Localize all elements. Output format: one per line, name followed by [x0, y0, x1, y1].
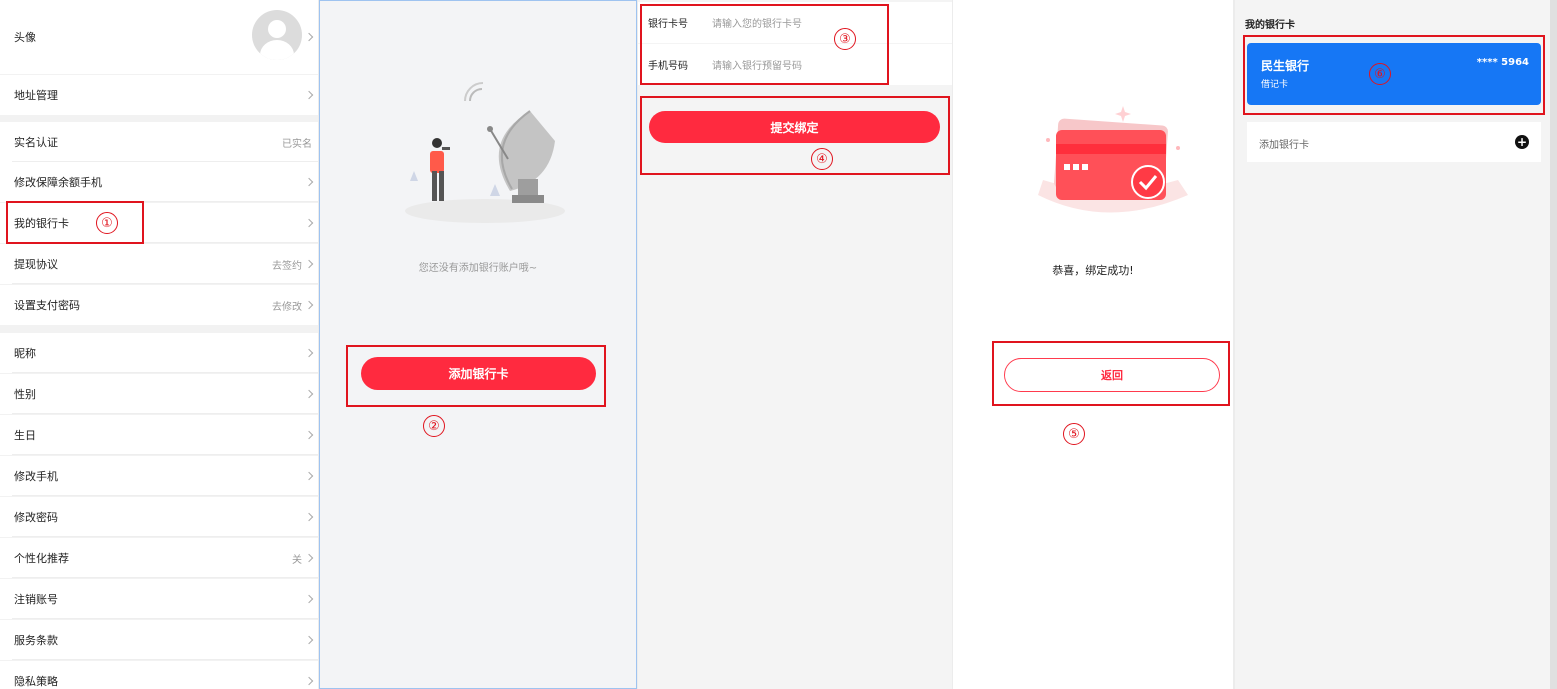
highlight-box — [640, 96, 950, 175]
withdraw-agreement-label: 提现协议 — [14, 258, 58, 271]
step-number: ① — [96, 212, 118, 234]
address-label: 地址管理 — [14, 89, 58, 102]
chevron-right-icon — [304, 635, 314, 645]
page-title: 我的银行卡 — [1245, 20, 1295, 31]
settings-row-privacy[interactable]: 隐私策略 — [0, 661, 318, 689]
settings-row-withdraw-agreement[interactable]: 提现协议 去签约 — [0, 244, 318, 284]
highlight-box — [6, 201, 144, 244]
highlight-box — [1243, 35, 1545, 115]
success-message: 恭喜，绑定成功! — [1052, 264, 1134, 277]
pay-password-label: 设置支付密码 — [14, 299, 80, 312]
highlight-box — [992, 341, 1230, 406]
settings-row-cancel-account[interactable]: 注销账号 — [0, 579, 318, 619]
chevron-right-icon — [304, 512, 314, 522]
step-number: ③ — [834, 28, 856, 50]
avatar-label: 头像 — [14, 31, 36, 44]
realname-label: 实名认证 — [14, 136, 58, 149]
birthday-label: 生日 — [14, 429, 36, 442]
bind-card-form-panel: 银行卡号 请输入您的银行卡号 手机号码 请输入银行预留号码 提交绑定 ③ ④ — [638, 0, 952, 689]
chevron-right-icon — [304, 32, 314, 42]
settings-row-change-phone[interactable]: 修改手机 — [0, 456, 318, 496]
personalized-value: 关 — [292, 554, 302, 566]
chevron-right-icon — [304, 389, 314, 399]
highlight-box — [346, 345, 606, 407]
settings-row-change-password[interactable]: 修改密码 — [0, 497, 318, 537]
step-number: ⑤ — [1063, 423, 1085, 445]
card-success-illustration — [1038, 106, 1188, 213]
settings-row-nickname[interactable]: 昵称 — [0, 333, 318, 373]
settings-row-avatar[interactable]: 头像 — [0, 0, 318, 74]
chevron-right-icon — [304, 218, 314, 228]
window-edge — [1550, 0, 1557, 689]
service-terms-label: 服务条款 — [14, 634, 58, 647]
cancel-account-label: 注销账号 — [14, 593, 58, 606]
settings-row-address[interactable]: 地址管理 — [0, 75, 318, 115]
settings-row-realname[interactable]: 实名认证 已实名 — [0, 122, 318, 162]
settings-row-personalized[interactable]: 个性化推荐 关 — [0, 538, 318, 578]
chevron-right-icon — [304, 430, 314, 440]
withdraw-agreement-value: 去签约 — [272, 260, 302, 272]
change-password-label: 修改密码 — [14, 511, 58, 524]
plus-icon[interactable]: + — [1515, 135, 1529, 149]
empty-bank-card-panel: 您还没有添加银行账户哦~ 添加银行卡 ② — [319, 0, 637, 689]
nickname-label: 昵称 — [14, 347, 36, 360]
chevron-right-icon — [304, 553, 314, 563]
settings-row-service-terms[interactable]: 服务条款 — [0, 620, 318, 660]
satellite-illustration — [405, 82, 565, 223]
settings-panel: 头像 地址管理 实名认证 已实名 修改保障余额手机 我的银行卡 提现协议 去签约… — [0, 0, 318, 689]
chevron-right-icon — [304, 177, 314, 187]
gender-label: 性别 — [14, 388, 36, 401]
settings-row-guarantee-phone[interactable]: 修改保障余额手机 — [0, 162, 318, 202]
chevron-right-icon — [304, 348, 314, 358]
avatar — [252, 10, 302, 60]
change-phone-label: 修改手机 — [14, 470, 58, 483]
pay-password-value: 去修改 — [272, 301, 302, 313]
chevron-right-icon — [304, 259, 314, 269]
my-bank-cards-panel: 我的银行卡 民生银行 借记卡 **** 5964 添加银行卡 + ⑥ — [1235, 0, 1550, 689]
step-number: ⑥ — [1369, 63, 1391, 85]
settings-row-gender[interactable]: 性别 — [0, 374, 318, 414]
guarantee-phone-label: 修改保障余额手机 — [14, 176, 102, 189]
privacy-label: 隐私策略 — [14, 675, 58, 688]
chevron-right-icon — [304, 594, 314, 604]
chevron-right-icon — [304, 90, 314, 100]
chevron-right-icon — [304, 300, 314, 310]
empty-message: 您还没有添加银行账户哦~ — [418, 263, 538, 274]
realname-status: 已实名 — [282, 138, 312, 150]
chevron-right-icon — [304, 676, 314, 686]
step-number: ④ — [811, 148, 833, 170]
add-bank-card-label: 添加银行卡 — [1259, 140, 1309, 151]
bind-success-panel: 恭喜，绑定成功! 返回 ⑤ — [953, 0, 1233, 689]
add-bank-card-row[interactable]: 添加银行卡 + — [1247, 122, 1541, 162]
chevron-right-icon — [304, 471, 314, 481]
settings-row-pay-password[interactable]: 设置支付密码 去修改 — [0, 285, 318, 325]
step-number: ② — [423, 415, 445, 437]
personalized-label: 个性化推荐 — [14, 552, 69, 565]
settings-row-birthday[interactable]: 生日 — [0, 415, 318, 455]
